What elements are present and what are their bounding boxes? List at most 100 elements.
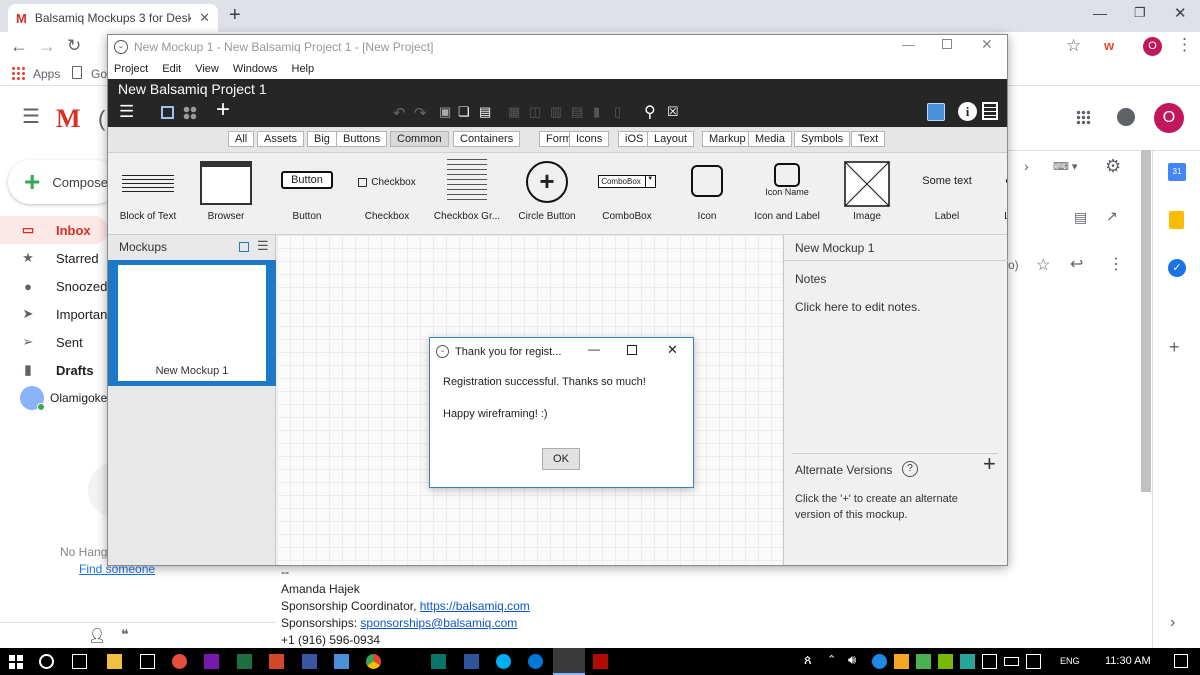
action-center-icon[interactable] [1174,654,1188,668]
edge-icon[interactable] [528,654,543,669]
panel-toggle-icon[interactable] [161,106,174,119]
person-icon[interactable]: 👤︎ [88,627,106,644]
menu-project[interactable]: Project [114,63,148,75]
calendar-icon[interactable]: 31 [1168,163,1186,181]
mockup-thumbnail[interactable]: New Mockup 1 [108,260,276,386]
filter-icons[interactable]: Icons [569,131,610,147]
undo-icon[interactable]: ↶ [393,104,406,122]
reply-icon[interactable]: ↩ [1070,254,1083,274]
library-item-circle-button[interactable]: + Circle Button [507,153,587,233]
hangouts-user[interactable]: Olamigoke [20,386,107,411]
mail-icon[interactable] [140,654,155,669]
library-item-combobox[interactable]: ComboBox ▼ ComboBox [587,153,667,233]
tray-app-icon[interactable] [894,654,909,669]
network-icon[interactable] [1026,654,1041,669]
chrome-icon[interactable] [366,654,381,669]
dialog-maximize-icon[interactable] [627,345,637,355]
nav-item-drafts[interactable]: ▮ Drafts [0,356,108,384]
tray-app-icon[interactable] [982,654,997,669]
bookmark-star-icon[interactable]: ☆ [1066,36,1081,56]
volume-icon[interactable]: 🔊︎ [848,652,856,668]
filter-ios[interactable]: iOS [618,131,651,147]
align-icon[interactable]: ▥ [550,104,562,120]
window-minimize-icon[interactable]: — [902,37,915,52]
filter-layout[interactable]: Layout [647,131,695,147]
library-item-l[interactable]: ◖L [967,153,1007,233]
menu-edit[interactable]: Edit [162,63,181,75]
mockup-name-title[interactable]: New Mockup 1 [795,241,874,255]
nav-item-snoozed[interactable]: ● Snoozed [0,272,108,300]
close-search-icon[interactable]: ☒ [667,104,679,120]
notifications-icon[interactable] [1117,108,1135,126]
filter-buttons[interactable]: Buttons [336,131,388,147]
tasks-icon[interactable]: ✓ [1168,259,1186,277]
balsamiq-taskbar-icon[interactable] [553,648,585,675]
nav-item-sent[interactable]: ➢ Sent [0,328,108,356]
powerpoint-icon[interactable] [269,654,284,669]
file-explorer-icon[interactable] [107,654,122,669]
close-icon[interactable]: ✕ [1174,4,1187,22]
lock-icon[interactable]: ▮ [593,104,600,120]
minimize-icon[interactable]: — [1093,5,1107,21]
chevron-right-icon[interactable]: › [1024,158,1029,174]
chrome-menu-icon[interactable]: ⋮ [1176,35,1193,55]
browser-tab[interactable]: M Balsamiq Mockups 3 for Desktop ✕ [8,4,218,32]
acrobat-icon[interactable] [593,654,608,669]
bookmark-go[interactable]: Go [91,67,107,81]
battery-icon[interactable] [1004,657,1019,666]
apps-grid-icon[interactable] [11,66,25,80]
filter-big[interactable]: Big [307,131,337,147]
settings-gear-icon[interactable]: ⚙ [1105,156,1121,177]
info-icon[interactable]: i [958,102,977,121]
tray-app-icon[interactable] [872,654,887,669]
task-view-icon[interactable] [72,654,87,669]
keep-icon[interactable] [1169,211,1184,229]
tray-app-icon[interactable] [960,654,975,669]
ok-button[interactable]: OK [542,448,580,470]
filter-symbols[interactable]: Symbols [794,131,851,147]
scrollbar-thumb[interactable] [1141,150,1151,492]
library-item-button[interactable]: Button Button [267,153,347,233]
list-view-icon[interactable]: ☰ [257,238,269,254]
nav-item-starred[interactable]: ★ Starred [0,244,108,272]
delete-icon[interactable]: ▯ [614,104,621,120]
filter-text[interactable]: Text [851,131,886,147]
notes-panel-icon[interactable] [982,102,998,120]
menu-view[interactable]: View [195,63,219,75]
reload-icon[interactable]: ↻ [67,36,81,56]
forward-icon[interactable]: → [38,36,56,57]
publisher-icon[interactable] [431,654,446,669]
onenote-icon[interactable] [204,654,219,669]
restore-icon[interactable]: ❐ [1134,5,1146,21]
filter-containers[interactable]: Containers [453,131,521,147]
skype-icon[interactable] [496,654,511,669]
window-close-icon[interactable]: ✕ [981,36,993,53]
filter-common[interactable]: Common [390,131,449,147]
keyboard-icon[interactable]: ⌨ ▾ [1053,160,1077,173]
language-icon[interactable]: ENG [1060,654,1080,669]
cortana-search-icon[interactable] [39,654,54,669]
filter-all[interactable]: All [228,131,255,147]
window-maximize-icon[interactable] [942,39,952,49]
copy-icon[interactable]: ▣ [439,104,451,120]
presentation-icon[interactable] [927,103,945,121]
library-item-block-of-text[interactable]: Block of Text [108,153,188,233]
star-outline-icon[interactable]: ☆ [1036,255,1050,275]
nav-item-important[interactable]: ➤ Importan [0,300,108,328]
tray-app-icon[interactable] [916,654,931,669]
ungroup-icon[interactable]: ◫ [529,104,541,120]
bookmark-apps[interactable]: Apps [33,67,60,81]
gmail-profile-avatar[interactable]: O [1154,103,1184,133]
open-new-window-icon[interactable]: ↗ [1106,208,1118,225]
extension-icon[interactable]: w [1104,38,1114,53]
library-item-icon[interactable]: Icon [667,153,747,233]
menu-windows[interactable]: Windows [233,63,278,75]
excel-icon[interactable] [237,654,252,669]
word-icon[interactable] [464,654,479,669]
sponsor-email-link[interactable]: sponsorships@balsamiq.com [360,616,517,630]
library-item-browser[interactable]: Browser [186,153,266,233]
group-icon[interactable]: ▦ [508,104,520,120]
keyboard-app-icon[interactable] [334,654,349,669]
windows-start-icon[interactable] [9,655,23,669]
back-icon[interactable]: ← [10,36,28,57]
